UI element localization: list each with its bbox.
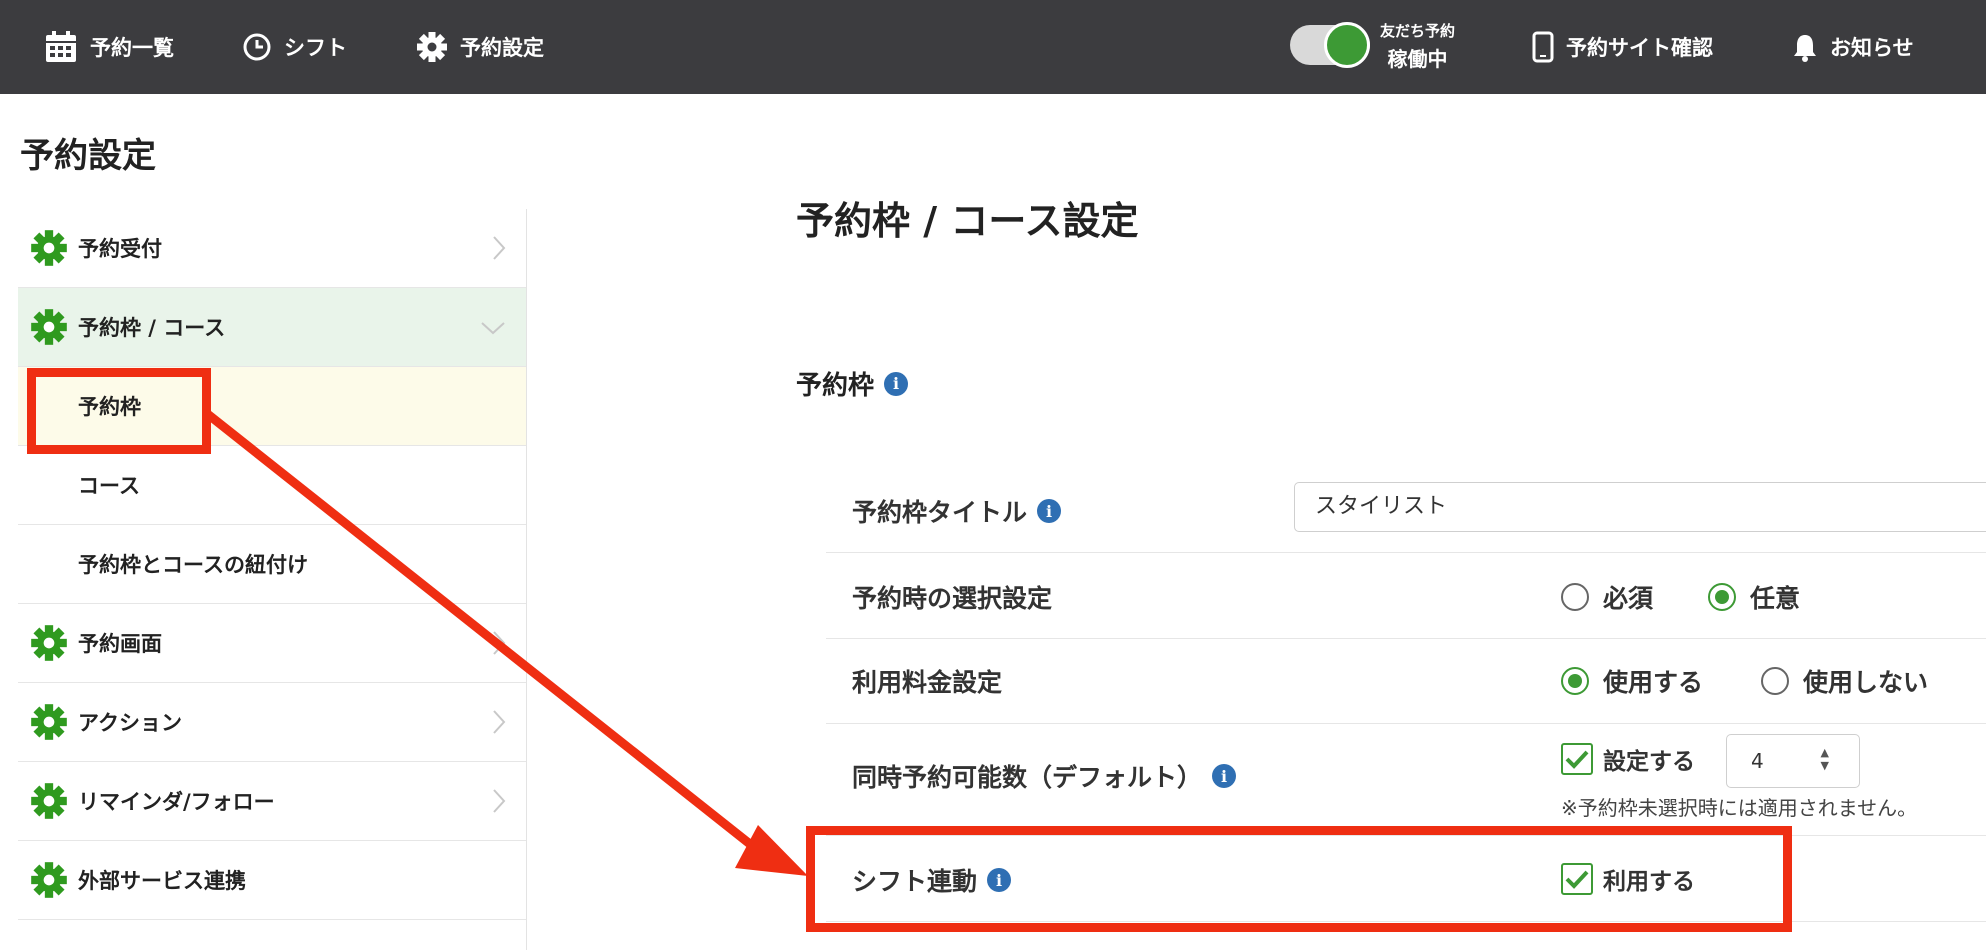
annotation-arrow xyxy=(202,408,808,876)
